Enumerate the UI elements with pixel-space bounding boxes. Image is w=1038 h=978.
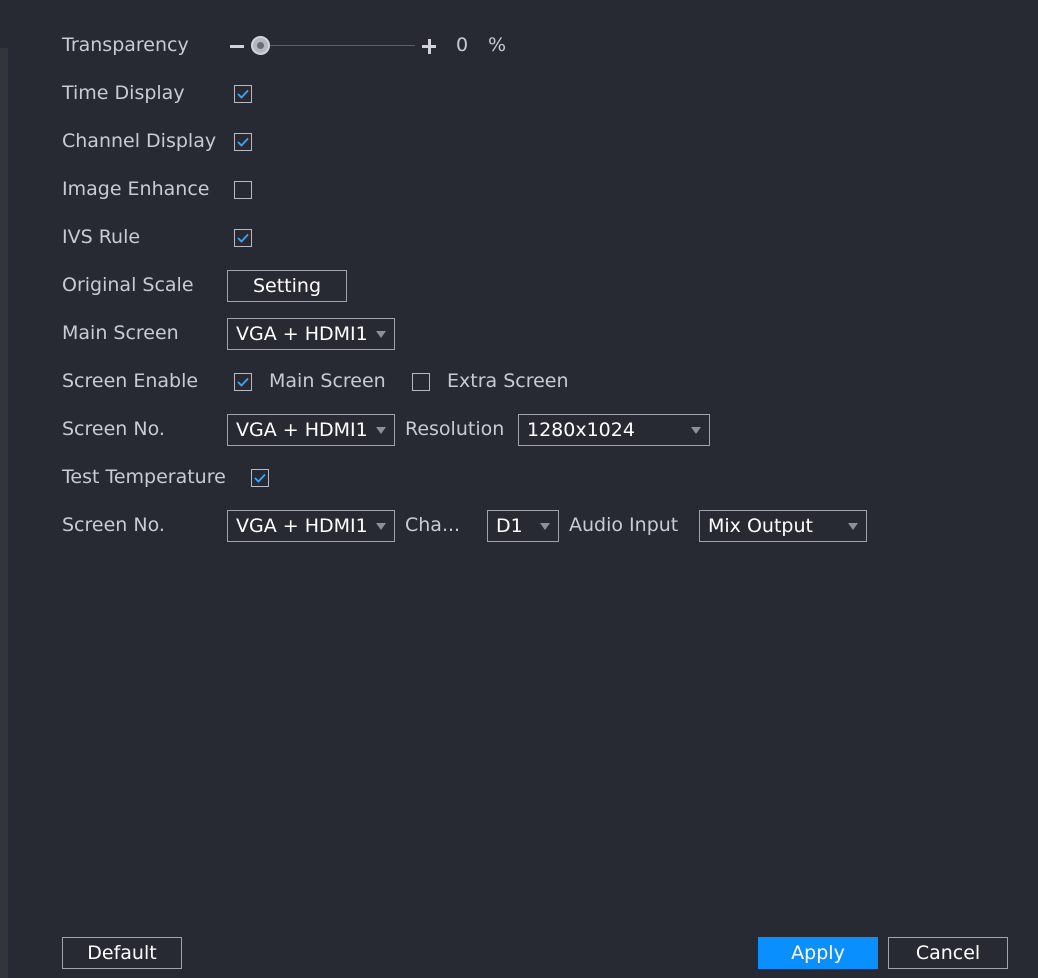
screen-no-2-select[interactable]: VGA + HDMI1 (227, 510, 395, 542)
transparency-slider-track[interactable] (260, 45, 415, 46)
chevron-down-icon (691, 427, 701, 434)
screen-no-select-value: VGA + HDMI1 (236, 419, 368, 441)
ivs-rule-checkbox[interactable] (234, 229, 252, 247)
chevron-down-icon (848, 523, 858, 530)
test-temperature-checkbox[interactable] (251, 469, 269, 487)
plus-icon-vertical[interactable] (428, 39, 431, 54)
main-screen-select[interactable]: VGA + HDMI1 (227, 318, 395, 350)
checkmark-icon (237, 89, 249, 99)
channel-display-label: Channel Display (62, 130, 217, 152)
chevron-down-icon (540, 523, 550, 530)
resolution-select-value: 1280x1024 (527, 419, 635, 441)
ivs-rule-label: IVS Rule (62, 226, 141, 248)
default-button[interactable]: Default (62, 937, 182, 969)
left-panel-edge (0, 48, 8, 978)
channel-select-value: D1 (496, 515, 523, 537)
screen-no-label: Screen No. (62, 418, 165, 440)
main-screen-select-value: VGA + HDMI1 (236, 323, 368, 345)
main-screen-label: Main Screen (62, 322, 179, 344)
channel-label: Cha... (405, 514, 461, 536)
apply-button[interactable]: Apply (758, 937, 878, 969)
checkmark-icon (237, 377, 249, 387)
screen-no-select[interactable]: VGA + HDMI1 (227, 414, 395, 446)
image-enhance-checkbox[interactable] (234, 181, 252, 199)
checkmark-icon (237, 233, 249, 243)
chevron-down-icon (376, 331, 386, 338)
channel-select[interactable]: D1 (487, 510, 559, 542)
resolution-select[interactable]: 1280x1024 (518, 414, 710, 446)
time-display-checkbox[interactable] (234, 85, 252, 103)
test-temperature-label: Test Temperature (62, 466, 226, 488)
resolution-label: Resolution (405, 418, 505, 440)
checkmark-icon (237, 137, 249, 147)
setting-button[interactable]: Setting (227, 270, 347, 302)
channel-display-checkbox[interactable] (234, 133, 252, 151)
time-display-label: Time Display (62, 82, 185, 104)
audio-input-select[interactable]: Mix Output (699, 510, 867, 542)
transparency-unit: % (488, 34, 507, 56)
screen-enable-main-checkbox[interactable] (234, 373, 252, 391)
screen-no-2-label: Screen No. (62, 514, 165, 536)
minus-icon[interactable] (230, 45, 244, 48)
checkmark-icon (254, 473, 266, 483)
chevron-down-icon (376, 427, 386, 434)
transparency-label: Transparency (62, 34, 189, 56)
audio-input-select-value: Mix Output (708, 515, 813, 537)
screen-enable-main-label: Main Screen (269, 370, 386, 392)
image-enhance-label: Image Enhance (62, 178, 210, 200)
original-scale-label: Original Scale (62, 274, 194, 296)
cancel-button[interactable]: Cancel (888, 937, 1008, 969)
audio-input-label: Audio Input (569, 514, 679, 536)
screen-enable-extra-checkbox[interactable] (412, 373, 430, 391)
chevron-down-icon (376, 523, 386, 530)
screen-enable-label: Screen Enable (62, 370, 199, 392)
transparency-value: 0 (456, 34, 469, 56)
screen-no-2-select-value: VGA + HDMI1 (236, 515, 368, 537)
transparency-slider-handle[interactable] (251, 36, 270, 55)
screen-enable-extra-label: Extra Screen (447, 370, 569, 392)
